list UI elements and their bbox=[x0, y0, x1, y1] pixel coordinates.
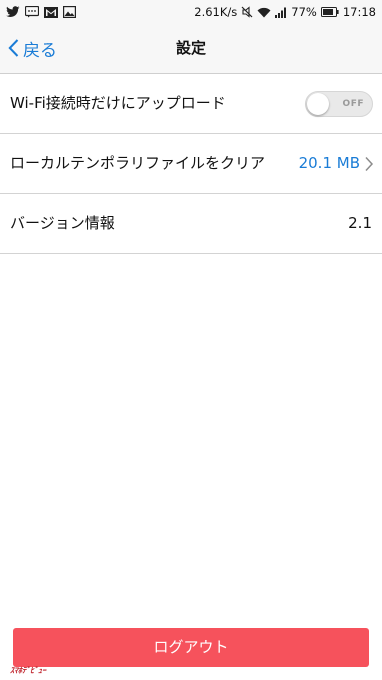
setting-label-version: バージョン情報 bbox=[10, 214, 115, 232]
nav-bar: 戻る 設定 bbox=[0, 24, 382, 74]
setting-row-wifi-upload: Wi-Fi接続時だけにアップロード OFF bbox=[0, 74, 382, 134]
setting-label-clear-temp: ローカルテンポラリファイルをクリア bbox=[10, 154, 266, 172]
chevron-right-icon bbox=[364, 156, 374, 172]
image-icon bbox=[63, 6, 76, 18]
chat-icon bbox=[25, 6, 39, 18]
network-speed: 2.61K/s bbox=[194, 5, 238, 19]
gmail-icon bbox=[44, 6, 58, 18]
setting-row-clear-temp[interactable]: ローカルテンポラリファイルをクリア 20.1 MB bbox=[0, 134, 382, 194]
toggle-state-label: OFF bbox=[342, 99, 364, 109]
wifi-upload-toggle[interactable]: OFF bbox=[305, 91, 373, 117]
settings-list: Wi-Fi接続時だけにアップロード OFF ローカルテンポラリファイルをクリア … bbox=[0, 74, 382, 254]
watermark: ｽﾏﾎﾃﾞﾋﾞｭｰ bbox=[10, 666, 46, 675]
page-title: 設定 bbox=[175, 39, 206, 57]
wifi-icon bbox=[257, 7, 271, 18]
battery-icon bbox=[320, 7, 339, 17]
mute-icon bbox=[241, 6, 253, 18]
toggle-knob bbox=[307, 93, 329, 115]
setting-row-version: バージョン情報 2.1 bbox=[0, 194, 382, 254]
twitter-icon bbox=[6, 6, 20, 18]
notification-icons bbox=[6, 4, 76, 20]
battery-percent: 77% bbox=[291, 5, 317, 19]
setting-label-wifi-upload: Wi-Fi接続時だけにアップロード bbox=[10, 94, 226, 112]
status-bar: 2.61K/s 77% 17:18 bbox=[0, 0, 382, 24]
system-status: 2.61K/s 77% 17:18 bbox=[194, 2, 376, 22]
version-value: 2.1 bbox=[348, 214, 372, 232]
signal-icon bbox=[275, 7, 287, 18]
logout-button[interactable]: ログアウト bbox=[13, 628, 369, 667]
clock: 17:18 bbox=[342, 5, 376, 19]
temp-file-size: 20.1 MB bbox=[298, 154, 360, 172]
